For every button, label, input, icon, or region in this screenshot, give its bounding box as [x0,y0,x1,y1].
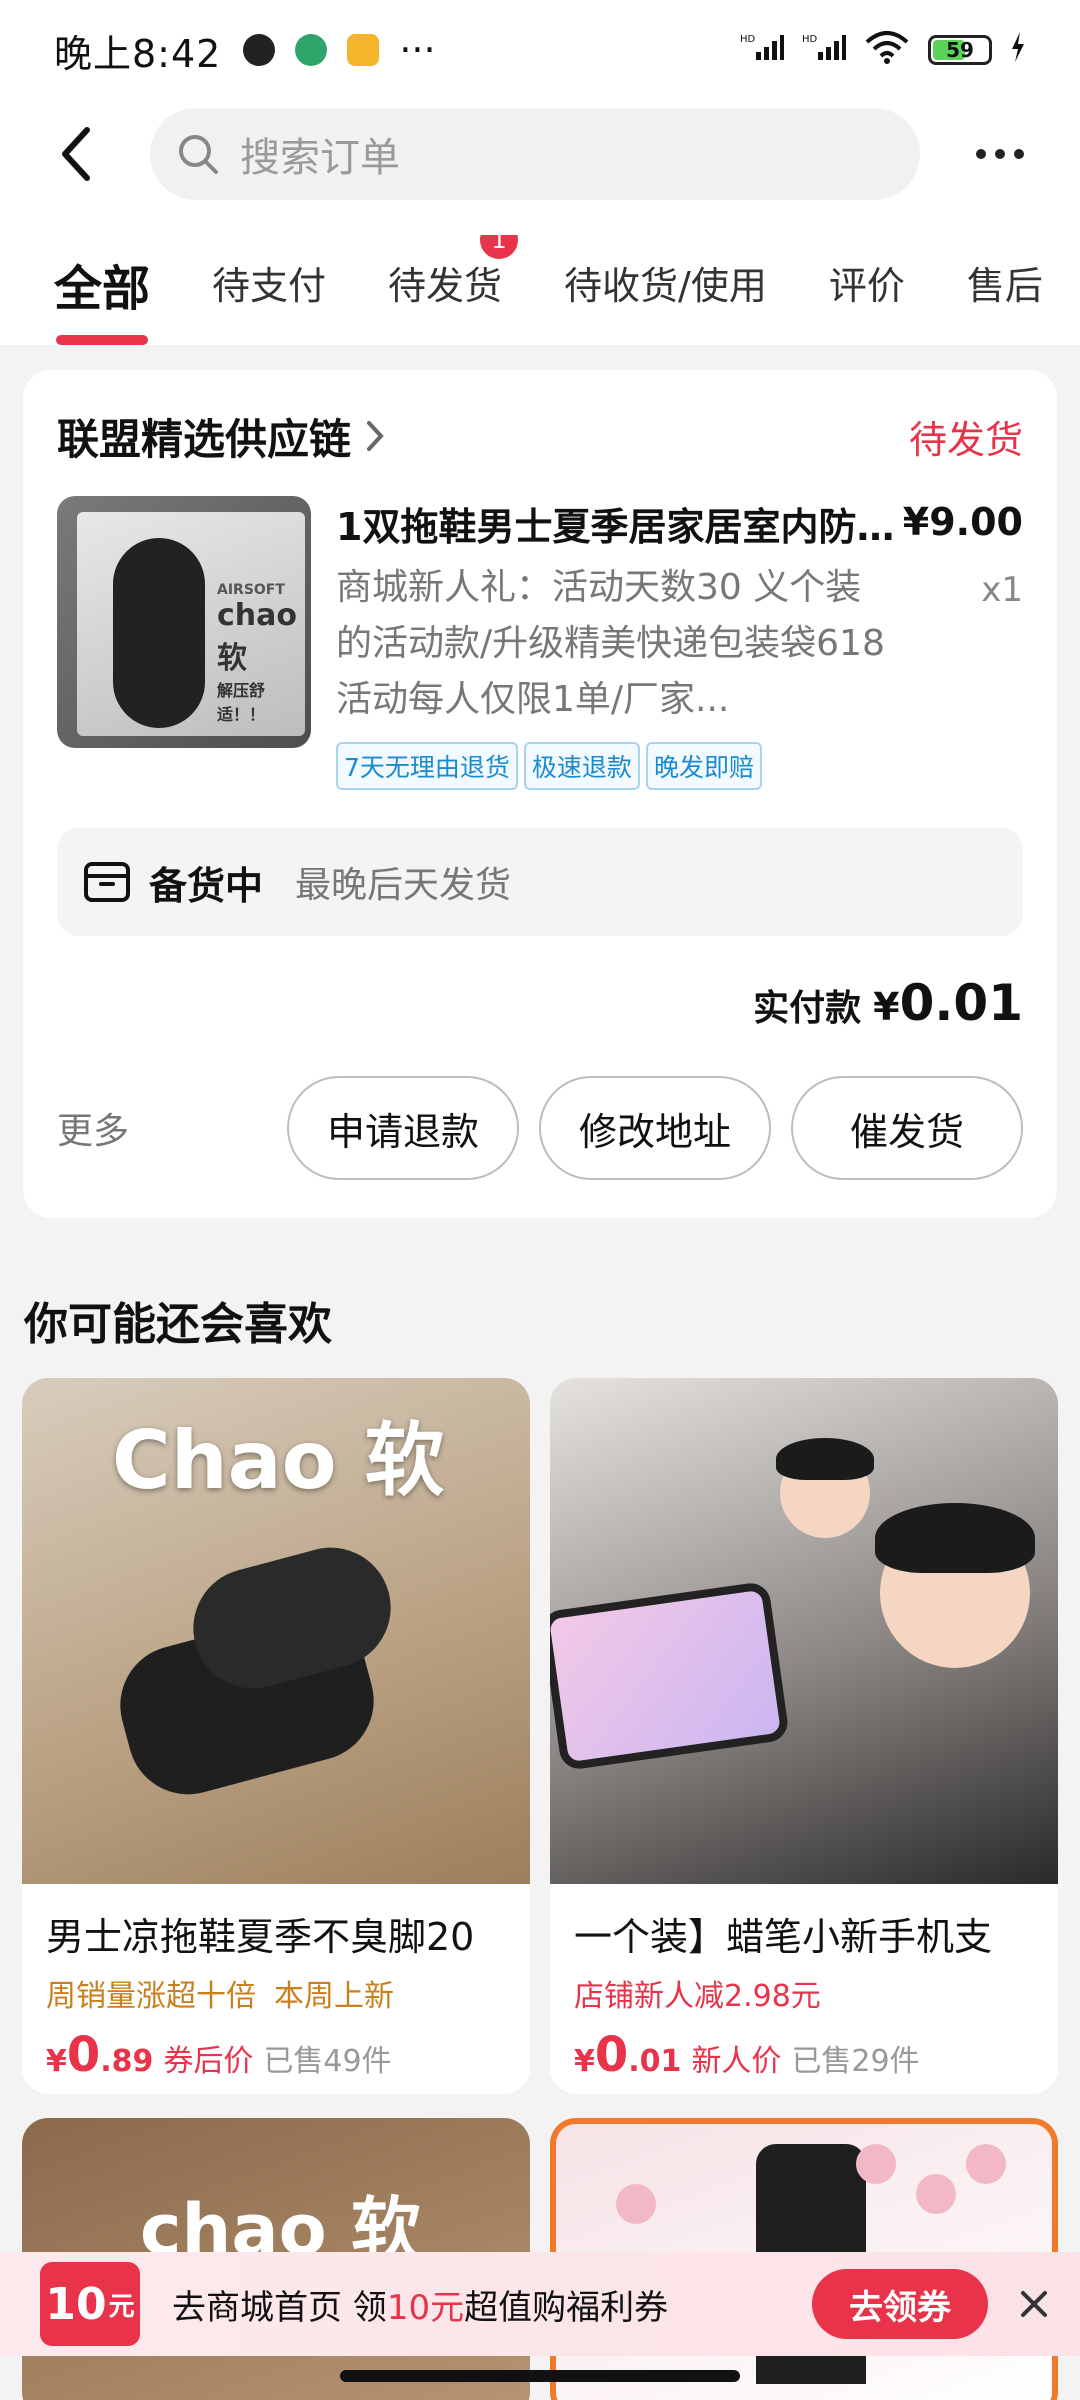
store-row[interactable]: 联盟精选供应链 待发货 [57,406,1023,466]
service-tag: 7天无理由退货 [336,742,518,790]
recommend-item[interactable]: Chao 软 男士凉拖鞋夏季不臭脚20 周销量涨超十倍 本周上新 ¥0.89 券… [22,1378,530,2094]
tab-pending-receipt[interactable]: 待收货/使用 [564,235,767,345]
figure-graphic [875,1503,1035,1573]
header-area: 晚上8:42 ··· HD HD 59 搜索订单 全部 待支付 待发货 1 待收… [0,0,1080,345]
promo-text: 去商城首页 领10元超值购福利券 [172,2287,669,2328]
service-tag: 极速退款 [523,742,640,790]
message-icon [347,34,380,66]
search-placeholder: 搜索订单 [240,135,400,181]
paid-label: 实付款 [753,988,862,1029]
product-box: AIRSOFT chao软 解压舒适！！ [77,512,305,736]
search-input[interactable]: 搜索订单 [150,108,920,200]
phone-graphic [550,1580,791,1772]
order-card[interactable]: 联盟精选供应链 待发货 AIRSOFT chao软 解压舒适！！ 1双拖鞋男士夏… [23,370,1057,1218]
status-time: 晚上8:42 [54,31,222,76]
app-notification-icon [295,34,328,66]
status-bar: 晚上8:42 ··· HD HD 59 [0,0,1080,100]
svg-text:HD: HD [802,34,818,45]
tab-badge: 1 [480,235,519,259]
active-tab-indicator [56,335,149,345]
request-refund-button[interactable]: 申请退款 [287,1076,519,1180]
chevron-right-icon [367,421,384,451]
close-icon [1021,2291,1047,2317]
recommend-item-price: ¥0.01 新人价 已售29件 [574,2027,920,2083]
qq-icon [243,34,276,66]
product-quantity: x1 [981,570,1023,610]
back-arrow-icon [62,127,90,181]
battery-icon: 59 [928,35,992,65]
charging-icon [1010,32,1026,68]
paid-amount: ¥0.01 [873,974,1023,1032]
tab-pending-shipment[interactable]: 待发货 1 [388,235,519,345]
tab-after-sales[interactable]: 售后 [967,235,1043,345]
signal-icon-2: HD [802,32,846,68]
tab-pending-payment[interactable]: 待支付 [212,235,326,345]
package-icon [84,862,130,902]
home-indicator[interactable] [340,2370,740,2382]
store-name: 联盟精选供应链 [57,414,352,464]
svg-text:HD: HD [740,34,756,45]
change-address-button[interactable]: 修改地址 [539,1076,771,1180]
paid-amount-row: 实付款 ¥0.01 [753,974,1023,1032]
close-promo-button[interactable] [988,2269,1080,2339]
promo-banner[interactable]: 10 元 去商城首页 领10元超值购福利券 去领券 [0,2252,1080,2356]
recommend-item-image: Chao 软 [22,1378,530,1884]
order-tabs: 全部 待支付 待发货 1 待收货/使用 评价 售后 [0,235,1080,345]
shipping-status-box[interactable]: 备货中 最晚后天发货 [57,828,1023,936]
signal-icon-1: HD [740,32,784,68]
search-icon [179,135,218,174]
recommend-item-tags: 店铺新人减2.98元 [574,1979,821,2014]
more-actions-link[interactable]: 更多 [57,1102,129,1154]
blossom-graphic [856,2144,896,2184]
notification-icons: ··· [243,28,436,72]
recommend-title: 你可能还会喜欢 [24,1299,332,1350]
shipping-subtitle: 最晚后天发货 [295,865,512,906]
product-price: ¥9.00 [902,500,1023,544]
recommend-item-price: ¥0.89 券后价 已售49件 [46,2027,392,2083]
recommend-item-name: 一个装】蜡笔小新手机支 [574,1915,993,1959]
blossom-graphic [616,2184,656,2224]
blossom-graphic [966,2144,1006,2184]
product-image-text: AIRSOFT chao软 解压舒适！！ [217,582,297,724]
claim-coupon-button[interactable]: 去领券 [812,2269,988,2339]
more-dot-icon [1014,149,1024,159]
order-actions: 更多 申请退款 修改地址 催发货 [57,1076,1023,1180]
recommend-item-name: 男士凉拖鞋夏季不臭脚20 [46,1915,475,1959]
recommend-item-image [550,1378,1058,1884]
coupon-badge: 10 元 [40,2262,140,2346]
image-brand-text: Chao 软 [112,1414,445,1507]
more-notifications-icon: ··· [399,28,436,72]
more-dot-icon [976,149,986,159]
shipping-title: 备货中 [149,863,264,908]
product-image[interactable]: AIRSOFT chao软 解压舒适！！ [57,496,311,748]
product-description: 商城新人礼：活动天数30 义个装的活动款/升级精美快递包装袋618活动每人仅限1… [336,567,885,720]
wifi-icon [864,30,910,70]
product-title[interactable]: 1双拖鞋男士夏季居家居室内防滑... [336,496,896,551]
service-tag: 晚发即赔 [645,742,762,790]
recommend-item[interactable]: 一个装】蜡笔小新手机支 店铺新人减2.98元 ¥0.01 新人价 已售29件 [550,1378,1058,2094]
recommend-item-tags: 周销量涨超十倍 本周上新 [46,1979,394,2014]
tab-all[interactable]: 全部 [54,235,150,345]
figure-graphic [776,1438,874,1480]
search-row: 搜索订单 [0,108,1080,200]
service-tags: 7天无理由退货 极速退款 晚发即赔 [336,742,762,790]
more-options-button[interactable] [920,108,1080,200]
system-status: HD HD 59 [740,30,1026,70]
slipper-graphic [113,538,205,728]
blossom-graphic [916,2174,956,2214]
order-status: 待发货 [908,417,1023,462]
back-button[interactable] [0,108,150,200]
more-dot-icon [995,149,1005,159]
urge-shipment-button[interactable]: 催发货 [791,1076,1023,1180]
tab-review[interactable]: 评价 [829,235,905,345]
